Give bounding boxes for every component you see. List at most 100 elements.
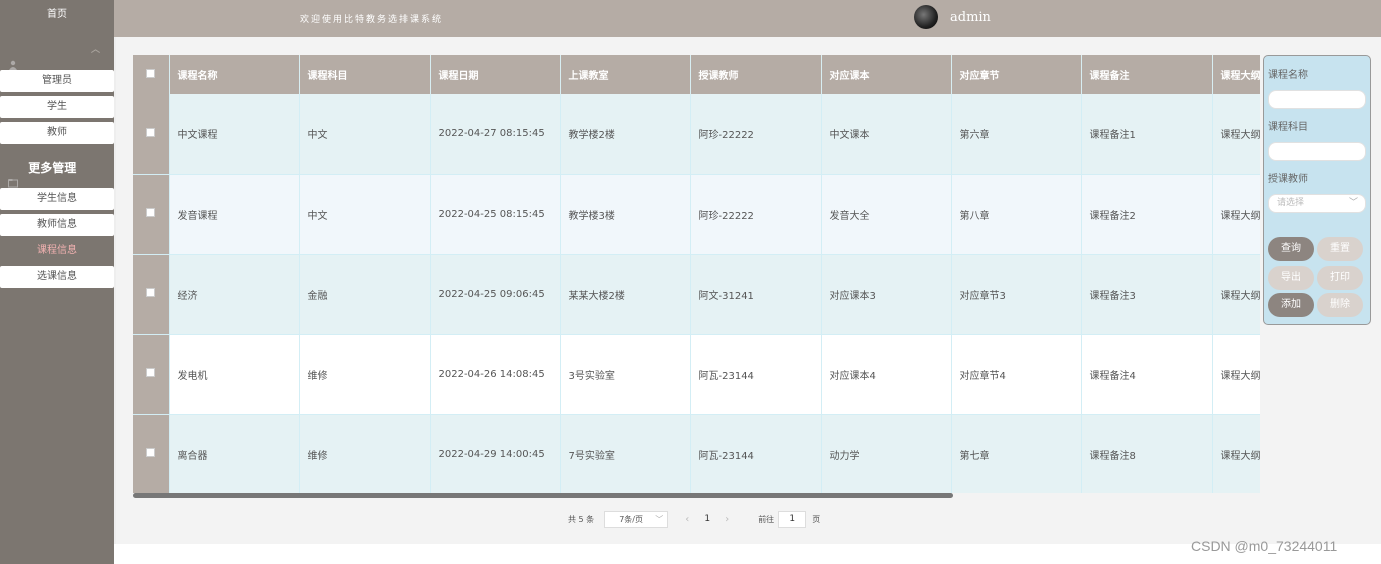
table-row[interactable]: 离合器 维修 2022-04-29 14:00:45 7号实验室 阿瓦-2314… (133, 414, 1260, 493)
page-size-value: 7条/页 (619, 514, 643, 524)
table-cell: 第六章 (951, 94, 1082, 175)
delete-button[interactable]: 删除 (1317, 293, 1363, 317)
table-cell: 阿瓦-23144 (690, 334, 822, 415)
table-cell: 教学楼2楼 (560, 94, 691, 175)
table-cell: 中文 (299, 174, 431, 255)
table-row[interactable]: 中文课程 中文 2022-04-27 08:15:45 教学楼2楼 阿珍-222… (133, 94, 1260, 175)
next-page-button[interactable]: › (718, 514, 736, 525)
column-header[interactable]: 课程日期 (430, 55, 561, 94)
column-header[interactable]: 课程备注 (1081, 55, 1213, 94)
table-cell: 对应课本4 (821, 334, 952, 415)
reset-button[interactable]: 重置 (1317, 237, 1363, 261)
table-cell: 课程备注3 (1081, 254, 1213, 335)
sidebar-home[interactable]: 首页 (0, 0, 114, 30)
row-checkbox[interactable] (133, 254, 170, 335)
folder-icon (8, 164, 18, 187)
table-cell: 维修 (299, 334, 431, 415)
table-row[interactable]: 发电机 维修 2022-04-26 14:08:45 3号实验室 阿瓦-2314… (133, 334, 1260, 415)
table-cell: 2022-04-25 08:15:45 (430, 174, 561, 255)
column-header[interactable]: 对应课本 (821, 55, 952, 94)
table-cell: 阿珍-22222 (690, 94, 822, 175)
add-button[interactable]: 添加 (1268, 293, 1314, 317)
sidebar-item-course-info[interactable]: 课程信息 (0, 240, 114, 262)
chevron-up-icon: ︿ (90, 45, 100, 55)
sidebar-item-student[interactable]: 学生 (0, 96, 114, 118)
username[interactable]: admin (950, 10, 991, 25)
table-cell: 对应章节3 (951, 254, 1082, 335)
column-header[interactable]: 课程科目 (299, 55, 431, 94)
table-cell: 第七章 (951, 414, 1082, 493)
table-row[interactable]: 发音课程 中文 2022-04-25 08:15:45 教学楼3楼 阿珍-222… (133, 174, 1260, 255)
table-cell: 阿珍-22222 (690, 174, 822, 255)
user-icon (8, 46, 18, 70)
table-cell: 课程备注4 (1081, 334, 1213, 415)
table-cell: 阿文-31241 (690, 254, 822, 335)
table-cell: 2022-04-25 09:06:45 (430, 254, 561, 335)
sidebar-item-selection-info[interactable]: 选课信息 (0, 266, 114, 288)
table-cell: 动力学 (821, 414, 952, 493)
table-cell: 课程备注2 (1081, 174, 1213, 255)
table-cell: 发音大全 (821, 174, 952, 255)
print-button[interactable]: 打印 (1317, 266, 1363, 290)
goto-page-input[interactable]: 1 (778, 510, 807, 528)
table-cell: 维修 (299, 414, 431, 493)
export-button[interactable]: 导出 (1268, 266, 1314, 290)
column-header[interactable]: 上课教室 (560, 55, 691, 94)
column-header[interactable]: 对应章节 (951, 55, 1082, 94)
sidebar-item-teacher-info[interactable]: 教师信息 (0, 214, 114, 236)
checkbox-icon (146, 288, 156, 297)
page-unit-label: 页 (812, 514, 821, 524)
checkbox-icon (146, 127, 156, 137)
sidebar-item-admin[interactable]: 管理员 (0, 70, 114, 92)
course-subject-input[interactable] (1268, 142, 1366, 161)
checkbox-icon (146, 208, 156, 217)
table-cell: 2022-04-27 08:15:45 (430, 94, 561, 175)
row-checkbox[interactable] (133, 414, 170, 493)
select-all-checkbox[interactable] (133, 55, 170, 94)
table-row[interactable]: 经济 金融 2022-04-25 09:06:45 某某大楼2楼 阿文-3124… (133, 254, 1260, 335)
table-cell: 发音课程 (169, 174, 300, 255)
sidebar: 首页 ︿ 管理员 学生 教师 更多管理 学生信息 教师信息 课程信息 选课信息 (0, 0, 114, 564)
table-header-row: 课程名称 课程科目 课程日期 上课教室 授课教师 对应课本 对应章节 课程备注 … (133, 55, 1260, 94)
chevron-down-icon: ﹀ (655, 514, 664, 524)
row-checkbox[interactable] (133, 94, 170, 175)
sidebar-item-teacher[interactable]: 教师 (0, 122, 114, 144)
row-checkbox[interactable] (133, 174, 170, 255)
pagination: 共 5 条 7条/页 ﹀ ‹ 1 › 前往 1 页 (568, 510, 820, 528)
page-number[interactable]: 1 (696, 514, 718, 524)
prev-page-button[interactable]: ‹ (678, 514, 696, 525)
row-checkbox[interactable] (133, 334, 170, 415)
course-name-label: 课程名称 (1268, 70, 1308, 81)
table-cell: 金融 (299, 254, 431, 335)
teacher-select-placeholder: 请选择 (1277, 198, 1305, 208)
table-cell: 课程大纲2 (1212, 174, 1260, 255)
teacher-label: 授课教师 (1268, 174, 1308, 185)
table-cell: 2022-04-26 14:08:45 (430, 334, 561, 415)
column-header[interactable]: 课程大纲 (1212, 55, 1260, 94)
course-name-input[interactable] (1268, 90, 1366, 109)
table-cell: 课程备注8 (1081, 414, 1213, 493)
table-cell: 对应课本3 (821, 254, 952, 335)
horizontal-scrollbar[interactable] (133, 493, 953, 498)
welcome-text: 欢迎使用比特教务选排课系统 (300, 15, 444, 25)
table-cell: 离合器 (169, 414, 300, 493)
column-header[interactable]: 授课教师 (690, 55, 822, 94)
teacher-select[interactable]: 请选择 ﹀ (1268, 194, 1366, 213)
course-table: 课程名称 课程科目 课程日期 上课教室 授课教师 对应课本 对应章节 课程备注 … (133, 55, 1260, 493)
search-panel: 课程名称 课程科目 授课教师 请选择 ﹀ 查询 重置 导出 打印 添加 删除 (1263, 55, 1371, 325)
checkbox-icon (146, 368, 156, 377)
chevron-down-icon: ﹀ (1348, 198, 1358, 208)
avatar[interactable] (914, 5, 938, 29)
table-cell: 第八章 (951, 174, 1082, 255)
watermark: CSDN @m0_73244011 (1191, 538, 1338, 554)
table-cell: 中文课程 (169, 94, 300, 175)
sidebar-item-student-info[interactable]: 学生信息 (0, 188, 114, 210)
table-cell: 经济 (169, 254, 300, 335)
course-subject-label: 课程科目 (1268, 122, 1308, 133)
table-cell: 中文 (299, 94, 431, 175)
sidebar-group-more[interactable]: 更多管理 (0, 148, 114, 188)
query-button[interactable]: 查询 (1268, 237, 1314, 261)
sidebar-group-users[interactable]: ︿ (0, 30, 114, 70)
page-size-select[interactable]: 7条/页 ﹀ (604, 510, 669, 528)
column-header[interactable]: 课程名称 (169, 55, 300, 94)
